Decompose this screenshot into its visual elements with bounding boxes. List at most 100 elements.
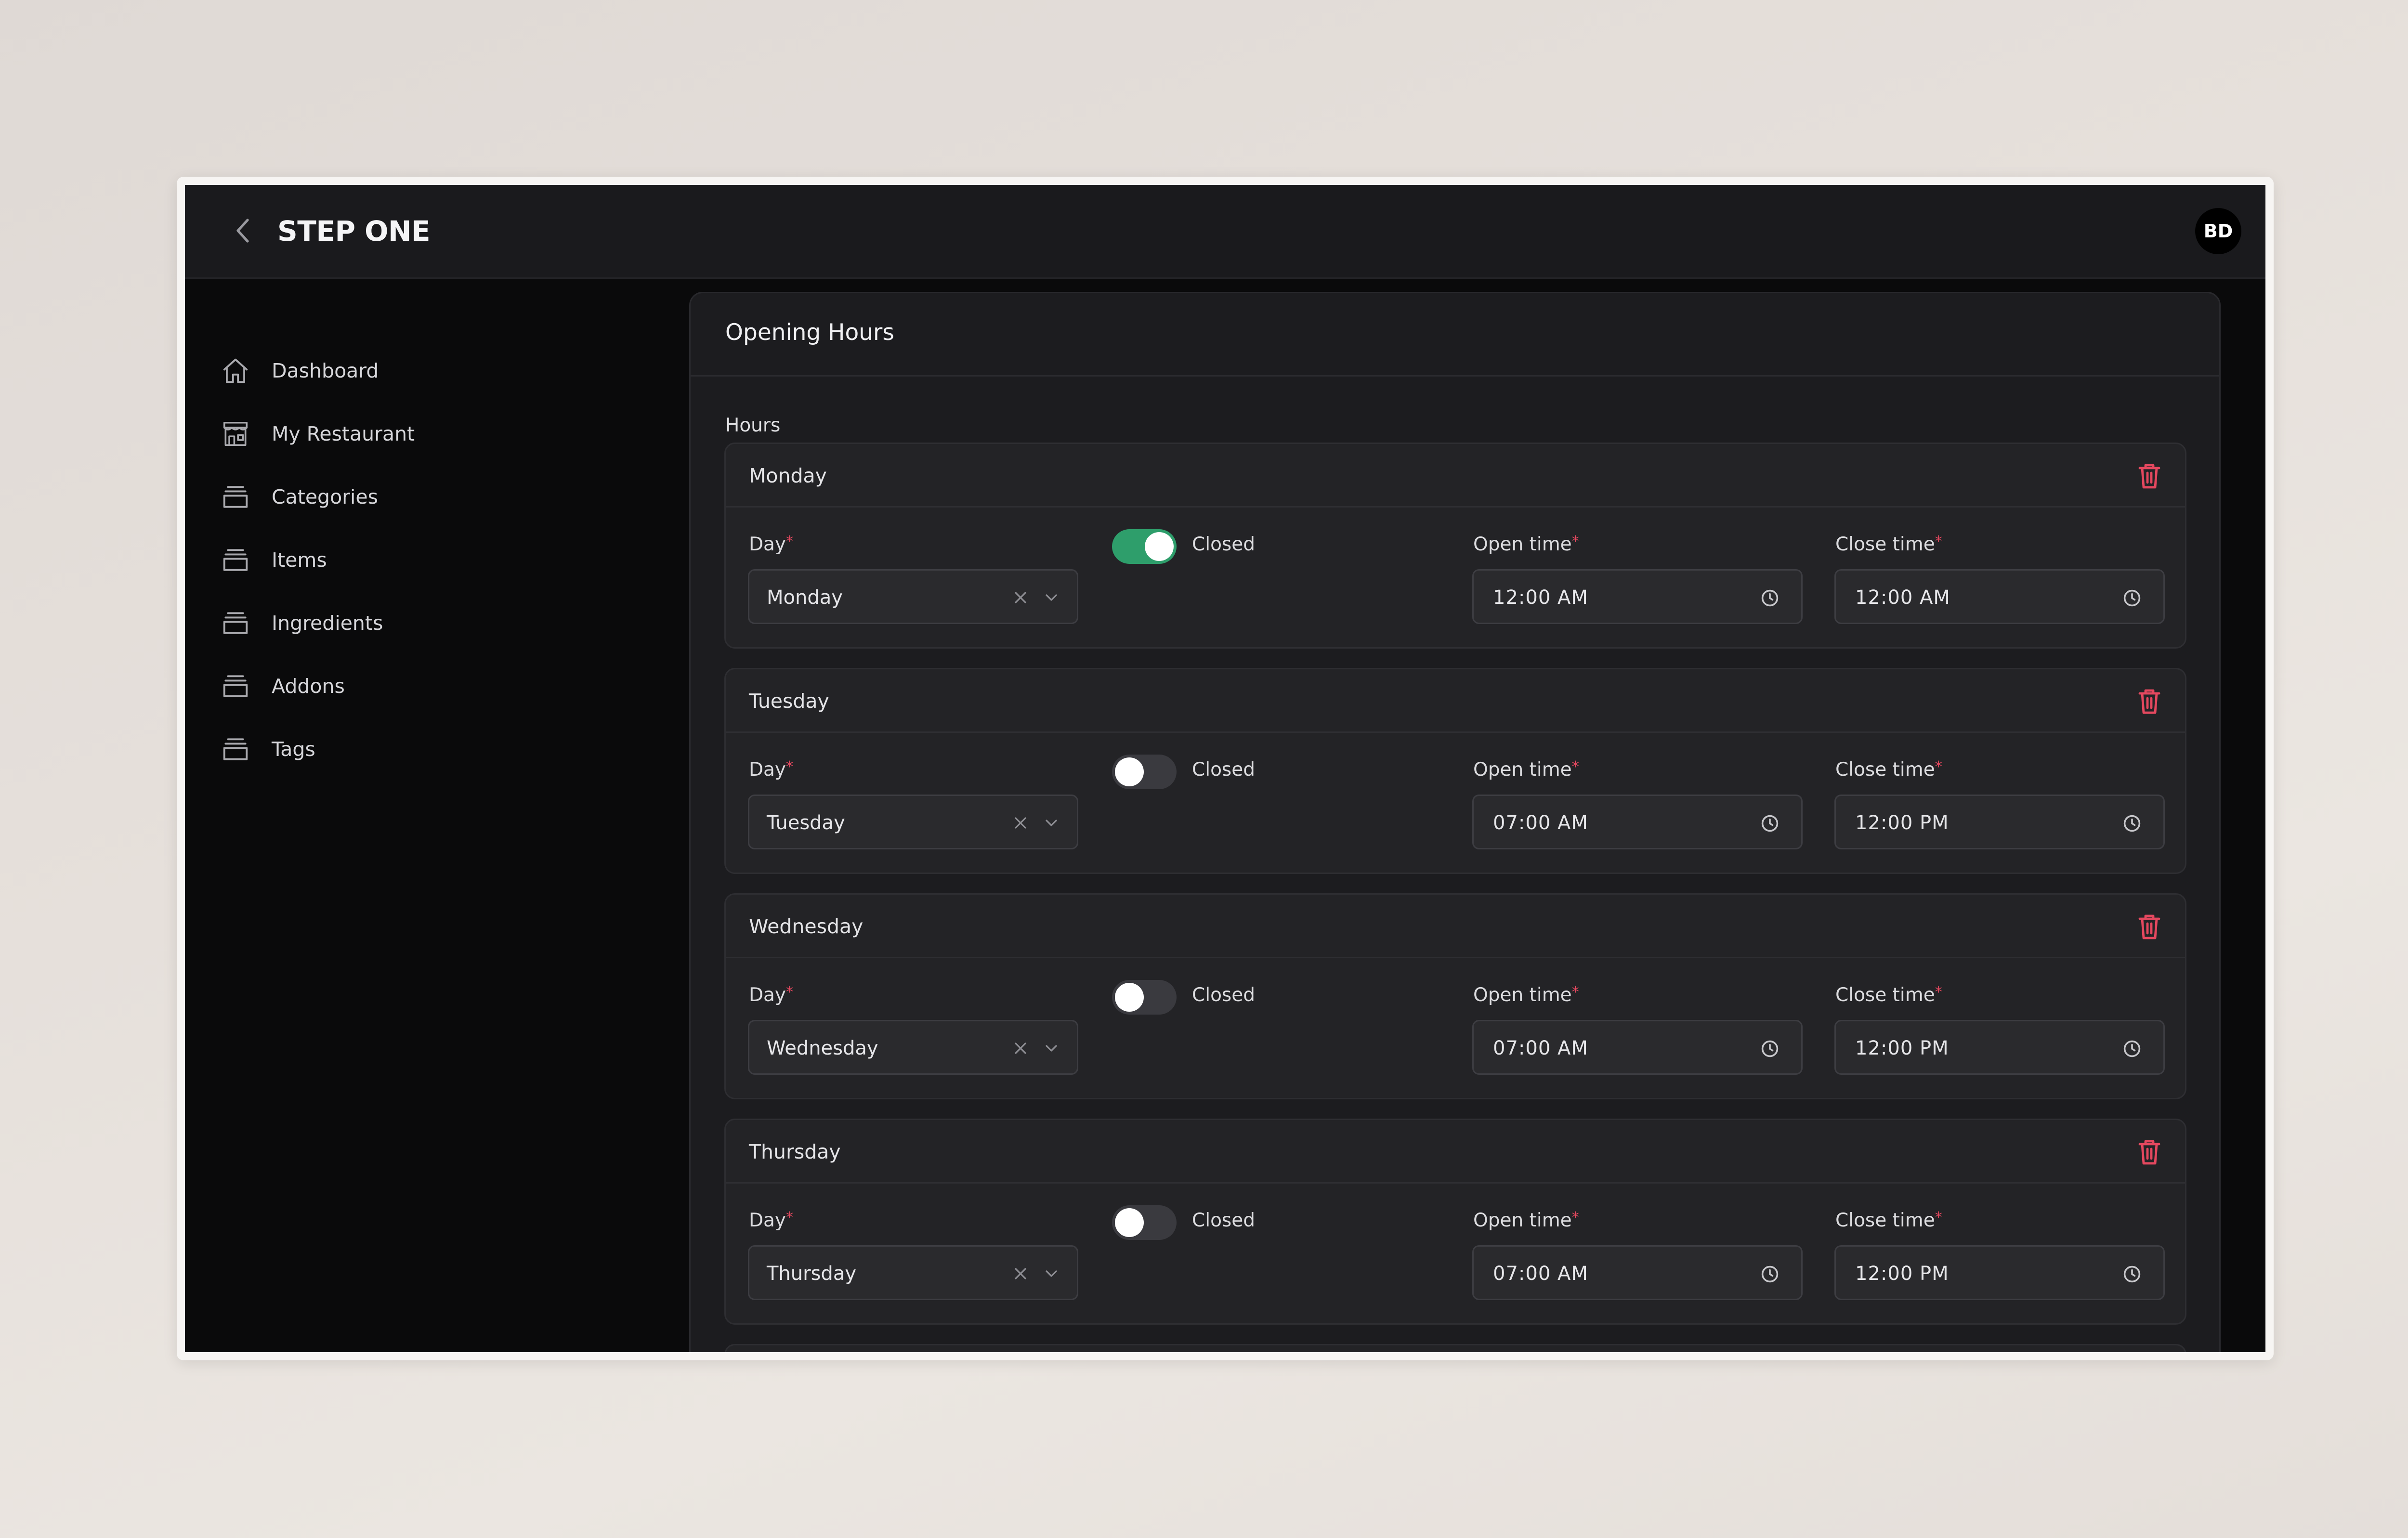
close-time-input[interactable]: 12:00 PM bbox=[1834, 1245, 2165, 1300]
hours-label: Hours bbox=[725, 415, 781, 436]
user-avatar[interactable]: BD bbox=[2195, 208, 2241, 254]
day-card-monday: Monday Day* Monday Closed Open time* 12:… bbox=[724, 443, 2186, 649]
open-time-label: Open time* bbox=[1473, 758, 1579, 781]
closed-toggle[interactable] bbox=[1112, 980, 1177, 1015]
delete-day-button[interactable] bbox=[2135, 687, 2164, 716]
day-select[interactable]: Monday bbox=[748, 569, 1078, 624]
chevron-down-icon[interactable] bbox=[1040, 587, 1062, 609]
card-header: Wednesday bbox=[726, 895, 2185, 958]
toggle-knob bbox=[1115, 757, 1144, 786]
card-header: Tuesday bbox=[726, 669, 2185, 733]
sidebar-item-label: Ingredients bbox=[272, 612, 383, 635]
toggle-knob bbox=[1115, 983, 1144, 1012]
close-time-label: Close time* bbox=[1835, 984, 1942, 1006]
day-select-value: Tuesday bbox=[767, 812, 845, 834]
chevron-down-icon[interactable] bbox=[1040, 1263, 1062, 1285]
top-bar: STEP ONE BD bbox=[185, 185, 2265, 279]
sidebar-item-label: Categories bbox=[272, 485, 378, 508]
sidebar-item-categories[interactable]: Categories bbox=[219, 473, 378, 521]
box-icon bbox=[219, 732, 252, 766]
clock-icon bbox=[1760, 813, 1780, 834]
clear-icon[interactable] bbox=[1009, 587, 1032, 609]
close-time-input[interactable]: 12:00 PM bbox=[1834, 795, 2165, 849]
card-header: Monday bbox=[726, 444, 2185, 508]
clear-icon[interactable] bbox=[1009, 812, 1032, 834]
day-label: Day* bbox=[749, 1209, 794, 1231]
clock-icon bbox=[2122, 813, 2142, 834]
clear-icon[interactable] bbox=[1009, 1263, 1032, 1285]
toggle-knob bbox=[1115, 1208, 1144, 1237]
open-time-value: 07:00 AM bbox=[1493, 812, 1588, 834]
open-time-label: Open time* bbox=[1473, 533, 1579, 555]
trash-icon bbox=[2138, 689, 2160, 714]
close-time-input[interactable]: 12:00 AM bbox=[1834, 569, 2165, 624]
chevron-down-icon[interactable] bbox=[1040, 1037, 1062, 1059]
sidebar-item-ingredients[interactable]: Ingredients bbox=[219, 599, 383, 647]
page-title: STEP ONE bbox=[277, 215, 431, 248]
app-window: STEP ONE BD Dashboard My Restaurant Cate… bbox=[185, 185, 2265, 1352]
chevron-down-icon[interactable] bbox=[1040, 812, 1062, 834]
box-icon bbox=[219, 669, 252, 703]
sidebar-item-my-restaurant[interactable]: My Restaurant bbox=[219, 410, 415, 458]
day-label: Day* bbox=[749, 984, 794, 1006]
close-time-label: Close time* bbox=[1835, 1209, 1942, 1231]
close-time-label: Close time* bbox=[1835, 533, 1942, 555]
clock-icon bbox=[1760, 588, 1780, 608]
sidebar-item-addons[interactable]: Addons bbox=[219, 662, 345, 710]
card-header: Thursday bbox=[726, 1120, 2185, 1184]
sidebar-item-dashboard[interactable]: Dashboard bbox=[219, 347, 379, 395]
open-time-input[interactable]: 07:00 AM bbox=[1472, 1020, 1803, 1075]
delete-day-button[interactable] bbox=[2135, 1137, 2164, 1166]
delete-day-button[interactable] bbox=[2135, 461, 2164, 490]
trash-icon bbox=[2138, 464, 2160, 489]
open-time-input[interactable]: 07:00 AM bbox=[1472, 1245, 1803, 1300]
close-time-value: 12:00 PM bbox=[1855, 1263, 1949, 1285]
sidebar-item-label: Addons bbox=[272, 675, 345, 698]
box-icon bbox=[219, 606, 252, 640]
sidebar-item-items[interactable]: Items bbox=[219, 536, 327, 584]
open-time-input[interactable]: 12:00 AM bbox=[1472, 569, 1803, 624]
card-title: Monday bbox=[749, 464, 827, 487]
open-time-input[interactable]: 07:00 AM bbox=[1472, 795, 1803, 849]
delete-day-button[interactable] bbox=[2135, 912, 2164, 941]
open-time-label: Open time* bbox=[1473, 984, 1579, 1006]
closed-label: Closed bbox=[1192, 534, 1255, 555]
sidebar-item-label: Dashboard bbox=[272, 359, 379, 382]
day-label: Day* bbox=[749, 758, 794, 781]
sidebar-item-label: Items bbox=[272, 548, 327, 572]
card-title: Wednesday bbox=[749, 915, 864, 938]
day-select[interactable]: Thursday bbox=[748, 1245, 1078, 1300]
day-select-value: Wednesday bbox=[767, 1037, 878, 1059]
close-time-input[interactable]: 12:00 PM bbox=[1834, 1020, 2165, 1075]
closed-toggle[interactable] bbox=[1112, 529, 1177, 564]
open-time-value: 12:00 AM bbox=[1493, 587, 1588, 609]
closed-toggle[interactable] bbox=[1112, 755, 1177, 789]
sidebar-item-label: My Restaurant bbox=[272, 422, 415, 445]
clear-icon[interactable] bbox=[1009, 1037, 1032, 1059]
day-select[interactable]: Tuesday bbox=[748, 795, 1078, 849]
divider bbox=[691, 375, 2219, 377]
close-time-value: 12:00 PM bbox=[1855, 1037, 1949, 1059]
sidebar-item-tags[interactable]: Tags bbox=[219, 725, 315, 773]
clock-icon bbox=[2122, 1264, 2142, 1284]
day-card-thursday: Thursday Day* Thursday Closed Open time*… bbox=[724, 1119, 2186, 1325]
panel-title: Opening Hours bbox=[725, 319, 894, 346]
store-icon bbox=[219, 417, 252, 451]
card-title: Tuesday bbox=[749, 690, 829, 713]
day-card-next bbox=[724, 1344, 2186, 1352]
trash-icon bbox=[2138, 914, 2160, 939]
day-select[interactable]: Wednesday bbox=[748, 1020, 1078, 1075]
box-icon bbox=[219, 480, 252, 514]
clock-icon bbox=[2122, 1039, 2142, 1059]
sidebar-item-label: Tags bbox=[272, 738, 315, 761]
day-card-tuesday: Tuesday Day* Tuesday Closed Open time* 0… bbox=[724, 668, 2186, 874]
closed-toggle[interactable] bbox=[1112, 1205, 1177, 1240]
back-button[interactable] bbox=[223, 211, 262, 250]
sidebar: Dashboard My Restaurant Categories Items… bbox=[185, 279, 691, 1352]
day-select-value: Thursday bbox=[767, 1263, 856, 1285]
card-title: Thursday bbox=[749, 1140, 841, 1163]
box-icon bbox=[219, 543, 252, 577]
closed-label: Closed bbox=[1192, 984, 1255, 1006]
closed-label: Closed bbox=[1192, 1210, 1255, 1231]
close-time-value: 12:00 PM bbox=[1855, 812, 1949, 834]
